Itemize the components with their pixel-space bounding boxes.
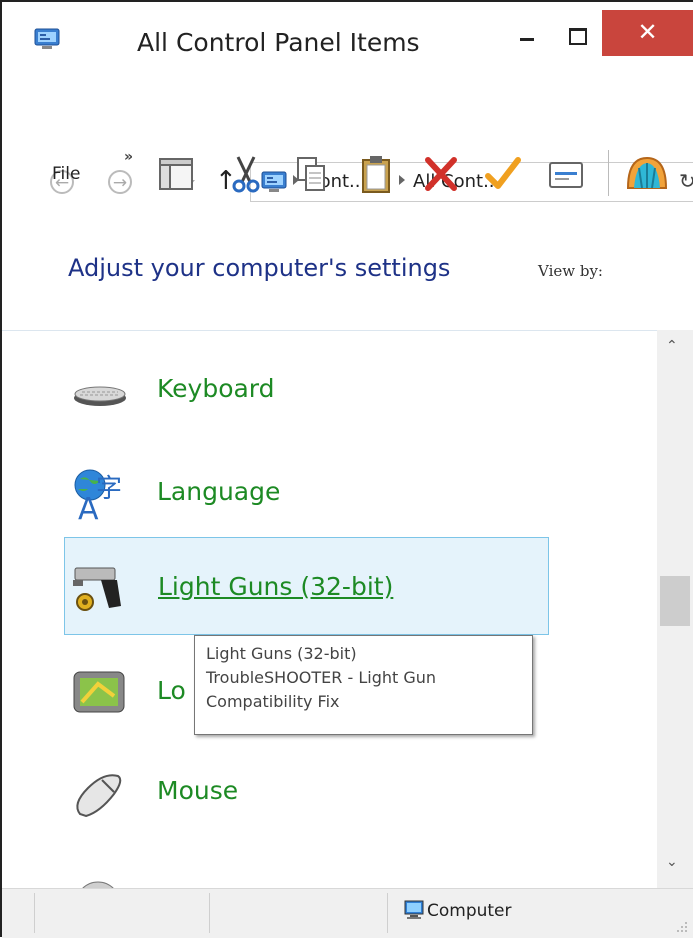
item-label: Light Guns (32-bit)	[158, 572, 394, 601]
items-list: Keyboard A 字 Language Light Guns (32-bit…	[2, 330, 657, 890]
vertical-scrollbar[interactable]: ⌃ ⌄	[657, 330, 693, 890]
maximize-button[interactable]	[552, 10, 602, 56]
delete-icon[interactable]	[422, 154, 460, 194]
tooltip-description-cont: Compatibility Fix	[206, 692, 340, 711]
resize-grip-icon[interactable]	[674, 919, 688, 933]
item-label: Keyboard	[157, 374, 275, 403]
copy-icon[interactable]	[292, 154, 330, 194]
toolbar	[2, 142, 693, 202]
minimize-icon	[520, 38, 534, 41]
list-item-language[interactable]: A 字 Language	[64, 443, 549, 541]
scroll-up-icon[interactable]: ⌃	[666, 338, 678, 354]
file-menu[interactable]: File	[52, 164, 80, 184]
item-label: Lo	[157, 676, 186, 705]
control-panel-icon	[34, 28, 60, 49]
navigation-bar: ← → ↑ Cont... All Cont... ∨ ↻	[2, 78, 693, 202]
maximize-icon	[569, 28, 587, 45]
shell-icon[interactable]	[622, 154, 672, 194]
list-item-keyboard[interactable]: Keyboard	[64, 340, 549, 438]
language-icon: A 字	[74, 469, 122, 521]
page-heading: Adjust your computer's settings	[68, 254, 451, 282]
checkmark-icon[interactable]	[484, 154, 522, 194]
close-icon: ✕	[637, 18, 658, 46]
status-divider	[209, 893, 210, 933]
control-panel-window: All Control Panel Items ✕ ← → ↑ Cont... …	[0, 0, 693, 938]
list-item-light-guns[interactable]: Light Guns (32-bit)	[64, 537, 549, 635]
properties-icon[interactable]	[547, 154, 585, 194]
cut-icon[interactable]	[227, 154, 265, 194]
keyboard-icon	[74, 386, 126, 406]
mouse-icon	[76, 774, 122, 818]
light-gun-icon	[73, 567, 121, 611]
scroll-thumb[interactable]	[660, 576, 690, 626]
item-label: Mouse	[157, 776, 239, 805]
tooltip-title: Light Guns (32-bit)	[206, 644, 357, 663]
item-tooltip: Light Guns (32-bit) TroubleSHOOTER - Lig…	[194, 635, 533, 735]
status-divider	[387, 893, 388, 933]
status-divider	[34, 893, 35, 933]
list-item-mouse[interactable]: Mouse	[64, 742, 549, 840]
location-icon	[73, 671, 125, 713]
toolbar-divider	[608, 150, 609, 196]
status-bar: Computer	[2, 888, 693, 938]
list-item-partial[interactable]	[64, 840, 549, 890]
title-bar[interactable]: All Control Panel Items ✕	[2, 2, 693, 78]
more-commands-icon[interactable]: »	[124, 149, 133, 165]
close-button[interactable]: ✕	[602, 10, 693, 56]
status-location-label: Computer	[427, 901, 512, 921]
scroll-down-icon[interactable]: ⌄	[666, 854, 678, 870]
paste-icon[interactable]	[357, 154, 395, 194]
computer-icon	[404, 900, 424, 919]
pane-icon[interactable]	[157, 154, 195, 194]
view-by-label[interactable]: View by:	[538, 262, 603, 280]
tooltip-description: TroubleSHOOTER - Light Gun	[206, 668, 437, 687]
minimize-button[interactable]	[502, 10, 552, 56]
partial-item-icon	[80, 881, 116, 890]
svg-text:字: 字	[96, 474, 122, 504]
item-label: Language	[157, 477, 281, 506]
window-title: All Control Panel Items	[137, 28, 420, 57]
